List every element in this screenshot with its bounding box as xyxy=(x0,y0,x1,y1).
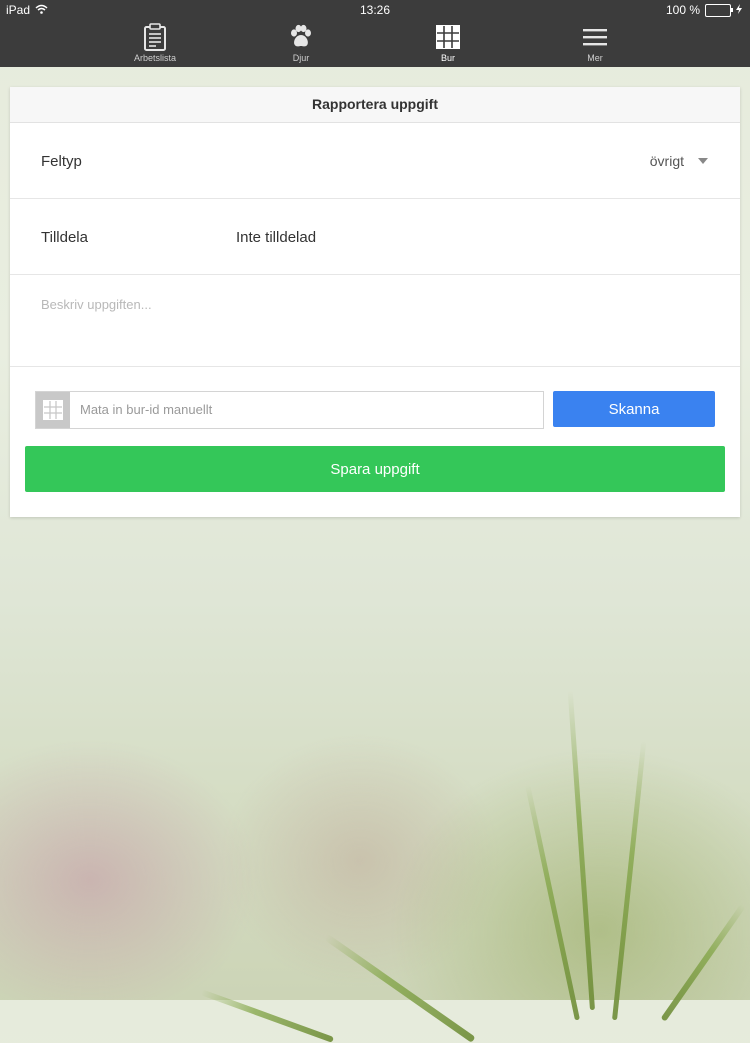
feltyp-row[interactable]: Feltyp övrigt xyxy=(10,123,740,199)
tilldela-row[interactable]: Tilldela Inte tilldelad xyxy=(10,199,740,275)
paw-icon xyxy=(246,23,356,51)
charging-icon xyxy=(736,3,742,17)
description-field[interactable] xyxy=(30,293,732,361)
save-task-button[interactable]: Spara uppgift xyxy=(25,446,725,492)
tab-mer[interactable]: Mer xyxy=(540,20,650,67)
tab-label: Mer xyxy=(587,53,603,63)
tilldela-label: Tilldela xyxy=(41,229,88,246)
feltyp-label: Feltyp xyxy=(41,153,82,170)
tab-bar: Arbetslista Djur Bur Mer xyxy=(0,20,750,67)
card-title: Rapportera uppgift xyxy=(10,87,740,123)
report-task-card: Rapportera uppgift Feltyp övrigt Tilldel… xyxy=(10,87,740,517)
battery-percentage: 100 % xyxy=(665,3,700,17)
hamburger-menu-icon xyxy=(540,23,650,51)
tab-label: Arbetslista xyxy=(133,53,177,63)
cage-id-input[interactable] xyxy=(72,392,548,426)
scan-button[interactable]: Skanna xyxy=(553,391,715,427)
clipboard-icon xyxy=(100,23,210,51)
status-time: 13:26 xyxy=(359,3,391,17)
tab-label: Djur xyxy=(292,53,310,63)
status-bar: iPad 13:26 100 % xyxy=(0,0,750,20)
battery-icon xyxy=(705,3,733,17)
tab-bur[interactable]: Bur xyxy=(393,20,503,67)
tab-label: Bur xyxy=(440,53,455,63)
tab-djur[interactable]: Djur xyxy=(246,20,356,67)
status-right: 100 % xyxy=(666,3,742,17)
tilldela-value[interactable]: Inte tilldelad xyxy=(236,229,316,246)
feltyp-select[interactable]: övrigt xyxy=(650,153,708,169)
tab-arbetslista[interactable]: Arbetslista xyxy=(100,20,210,67)
description-section xyxy=(10,275,740,367)
cage-grid-icon xyxy=(393,23,503,51)
chevron-down-icon xyxy=(698,158,708,164)
cage-id-row: Skanna xyxy=(10,367,740,447)
feltyp-value: övrigt xyxy=(649,153,684,169)
cage-grid-icon xyxy=(36,392,70,428)
cage-id-input-group xyxy=(35,391,548,429)
